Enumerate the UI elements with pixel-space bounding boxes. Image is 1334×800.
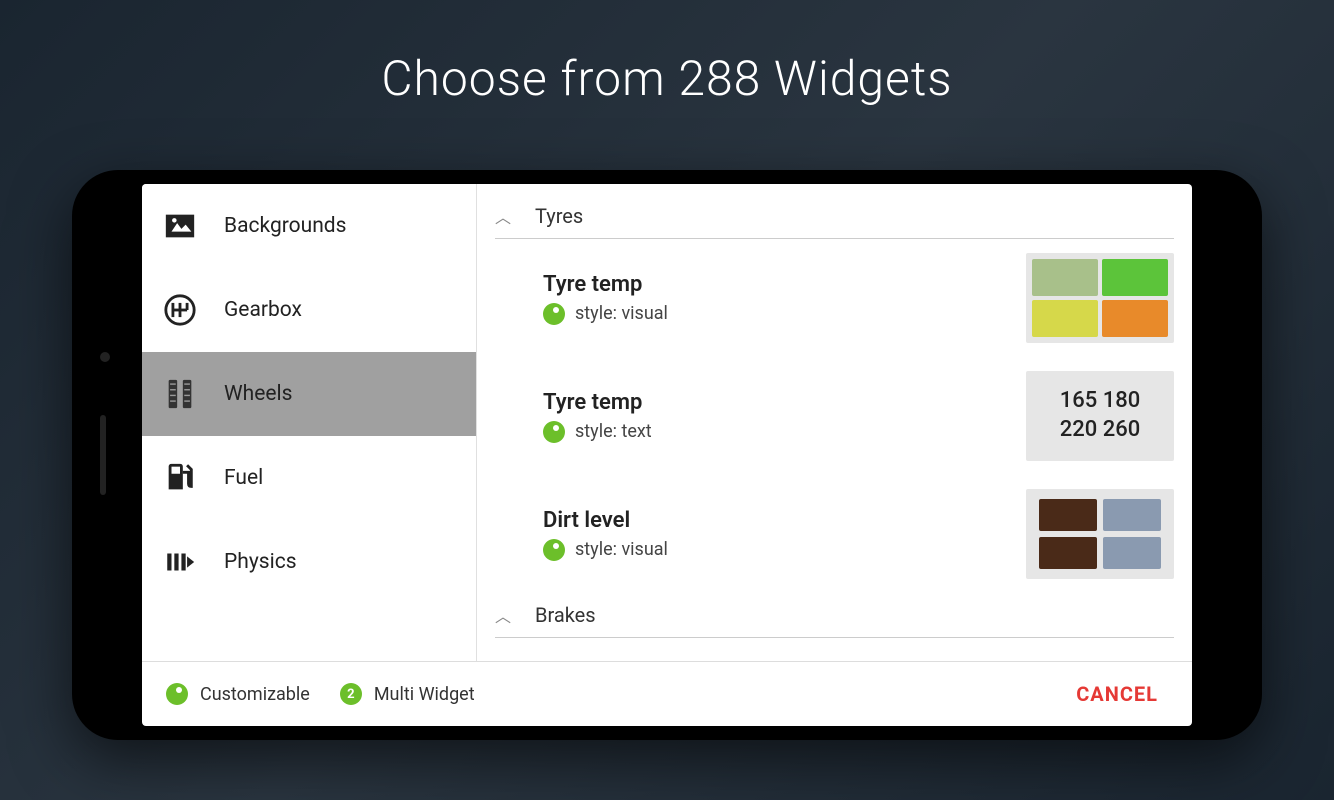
sidebar-item-fuel[interactable]: Fuel — [142, 436, 476, 520]
widget-list[interactable]: ︿ Tyres Tyre temp style: visual — [477, 184, 1192, 661]
palette-icon — [543, 421, 565, 443]
physics-icon — [160, 542, 200, 582]
tyre-quadrant — [1102, 259, 1168, 296]
widget-style-label: style: visual — [575, 539, 668, 560]
customizable-legend: Customizable — [200, 684, 310, 705]
app-screen: Backgrounds Gearbox Wheels — [142, 184, 1192, 726]
palette-icon — [543, 539, 565, 561]
dirt-quadrant — [1103, 537, 1161, 569]
dirt-quadrant — [1103, 499, 1161, 531]
palette-icon — [166, 683, 188, 705]
tyre-quadrant — [1032, 300, 1098, 337]
sidebar-item-label: Gearbox — [224, 298, 302, 322]
image-icon — [160, 206, 200, 246]
sidebar-item-label: Physics — [224, 550, 297, 574]
widget-row-tyre-temp-text[interactable]: Tyre temp style: text 165 180 220 260 — [495, 357, 1174, 475]
fuel-icon — [160, 458, 200, 498]
widget-row-dirt-level[interactable]: Dirt level style: visual — [495, 475, 1174, 593]
palette-icon — [543, 303, 565, 325]
sidebar-item-label: Fuel — [224, 466, 263, 490]
cancel-button[interactable]: CANCEL — [1066, 676, 1168, 712]
section-title: Brakes — [535, 603, 596, 627]
widget-name: Tyre temp — [543, 390, 1006, 415]
widget-preview — [1026, 489, 1174, 579]
widget-style-label: style: visual — [575, 303, 668, 324]
tyre-quadrant — [1032, 259, 1098, 296]
preview-text-line: 165 180 — [1060, 387, 1141, 416]
section-title: Tyres — [535, 204, 583, 228]
tyre-quadrant — [1102, 300, 1168, 337]
sidebar-item-gearbox[interactable]: Gearbox — [142, 268, 476, 352]
widget-row-tyre-temp-visual[interactable]: Tyre temp style: visual — [495, 239, 1174, 357]
sidebar-item-physics[interactable]: Physics — [142, 520, 476, 604]
chevron-up-icon: ︿ — [495, 204, 515, 228]
category-sidebar[interactable]: Backgrounds Gearbox Wheels — [142, 184, 477, 661]
dirt-quadrant — [1039, 499, 1097, 531]
section-header-brakes[interactable]: ︿ Brakes — [495, 593, 1174, 638]
phone-frame: Backgrounds Gearbox Wheels — [72, 170, 1262, 740]
dialog-footer: Customizable 2 Multi Widget CANCEL — [142, 661, 1192, 726]
widget-preview — [1026, 253, 1174, 343]
widget-name: Dirt level — [543, 508, 1006, 533]
widget-name: Tyre temp — [543, 272, 1006, 297]
sidebar-item-wheels[interactable]: Wheels — [142, 352, 476, 436]
gearbox-icon — [160, 290, 200, 330]
page-headline: Choose from 288 Widgets — [0, 0, 1334, 107]
multi-widget-badge: 2 — [340, 683, 362, 705]
sidebar-item-label: Wheels — [224, 382, 292, 406]
chevron-up-icon: ︿ — [495, 603, 515, 627]
phone-speaker — [100, 415, 106, 495]
sidebar-item-backgrounds[interactable]: Backgrounds — [142, 184, 476, 268]
preview-text-line: 220 260 — [1060, 416, 1141, 445]
phone-camera — [100, 352, 110, 362]
widget-style-label: style: text — [575, 421, 652, 442]
dirt-quadrant — [1039, 537, 1097, 569]
widget-preview: 165 180 220 260 — [1026, 371, 1174, 461]
multi-widget-legend: Multi Widget — [374, 684, 475, 705]
sidebar-item-label: Backgrounds — [224, 214, 346, 238]
wheels-icon — [160, 374, 200, 414]
section-header-tyres[interactable]: ︿ Tyres — [495, 194, 1174, 239]
